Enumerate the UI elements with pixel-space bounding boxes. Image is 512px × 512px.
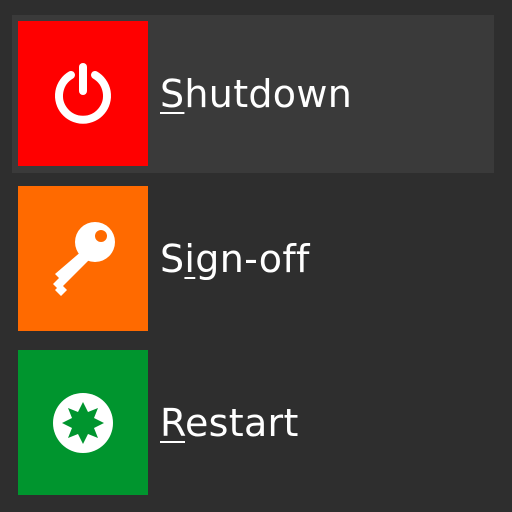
shutdown-mnemonic: S (160, 72, 185, 116)
sign-off-label-rest: gn-off (195, 237, 310, 281)
power-icon (51, 61, 115, 127)
shutdown-tile (18, 21, 148, 166)
restart-mnemonic: R (160, 401, 185, 445)
restart-label: Restart (160, 404, 299, 442)
shutdown-label-rest: hutdown (184, 72, 353, 116)
restart-icon (50, 390, 116, 456)
restart-label-rest: estart (185, 401, 299, 445)
restart-option[interactable]: Restart (12, 344, 494, 502)
sign-off-label-pre: S (160, 237, 185, 281)
sign-off-mnemonic: i (184, 237, 196, 281)
restart-tile (18, 350, 148, 495)
sign-off-option[interactable]: Sign-off (12, 180, 494, 338)
power-menu: Shutdown Sign-off Restart (0, 0, 512, 512)
shutdown-option[interactable]: Shutdown (12, 15, 494, 173)
sign-off-label: Sign-off (160, 240, 310, 278)
shutdown-label: Shutdown (160, 75, 352, 113)
sign-off-tile (18, 186, 148, 331)
key-icon (45, 218, 121, 300)
